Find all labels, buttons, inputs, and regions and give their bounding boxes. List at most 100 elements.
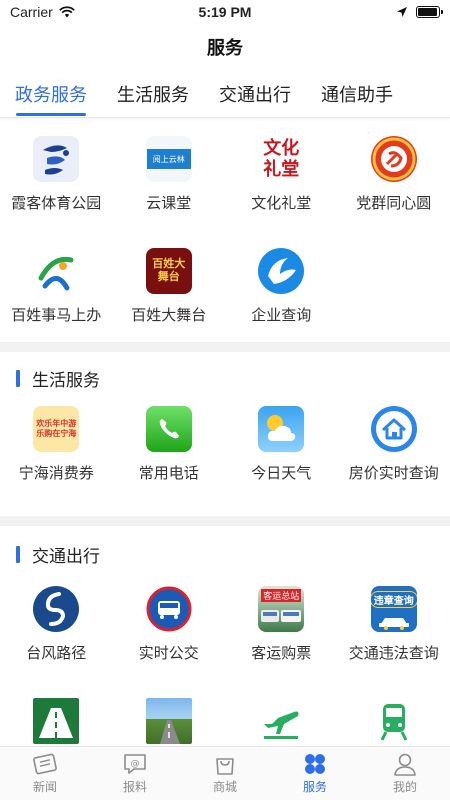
section-accent-bar bbox=[16, 369, 20, 387]
service-people-stage[interactable]: 百姓大舞台 百姓大舞台 bbox=[113, 230, 226, 342]
service-icon bbox=[305, 754, 325, 774]
service-label: 常用电话 bbox=[138, 465, 199, 482]
highway-icon bbox=[33, 698, 80, 744]
tab-news[interactable]: 新闻 bbox=[0, 747, 90, 800]
quick-service-logo-icon bbox=[33, 248, 80, 294]
status-right bbox=[396, 6, 443, 18]
service-label: 霞客体育公园 bbox=[11, 195, 102, 212]
service-label: 党群同心圆 bbox=[356, 195, 432, 212]
service-label: 交通违法查询 bbox=[348, 645, 439, 662]
tab-service[interactable]: 服务 bbox=[270, 747, 360, 800]
coach-ticket-icon-text: 客运总站 bbox=[261, 589, 302, 602]
svg-text:@: @ bbox=[131, 759, 140, 769]
bottom-tab-bar: 新闻 @ 报料 商城 服务 我的 bbox=[0, 746, 450, 800]
section-divider bbox=[0, 516, 450, 526]
service-typhoon-path[interactable]: 台风路径 bbox=[0, 582, 113, 694]
section-title: 交通出行 bbox=[32, 546, 100, 566]
service-weather[interactable]: 今日天气 bbox=[225, 404, 338, 516]
house-price-icon bbox=[370, 406, 417, 452]
page-title: 服务 bbox=[207, 38, 243, 58]
weather-icon bbox=[258, 406, 305, 452]
coach-ticket-icon: 客运总站 bbox=[258, 586, 305, 632]
service-house-price[interactable]: 房价实时查询 bbox=[338, 404, 450, 516]
tab-shop[interactable]: 商城 bbox=[180, 747, 270, 800]
status-bar: Carrier 5:19 PM bbox=[0, 0, 450, 24]
service-label: 台风路径 bbox=[26, 645, 87, 662]
service-label: 百姓大舞台 bbox=[131, 307, 207, 324]
service-train[interactable] bbox=[338, 694, 450, 746]
service-quick-service[interactable]: 百姓事马上办 bbox=[0, 230, 113, 342]
people-stage-logo-icon: 百姓大舞台 bbox=[145, 248, 192, 294]
tab-label: 服务 bbox=[302, 780, 327, 794]
tab-label: 我的 bbox=[392, 780, 417, 794]
traffic-violation-icon: 违章查询 bbox=[370, 586, 417, 632]
cloud-classroom-logo-icon: 阅上云林 bbox=[145, 136, 192, 182]
service-culture-hall[interactable]: 文化礼堂 文化礼堂 bbox=[225, 118, 338, 230]
tab-life-services[interactable]: 生活服务 bbox=[102, 70, 204, 118]
category-tabs: 政务服务 生活服务 交通出行 通信助手 bbox=[0, 70, 450, 118]
service-label: 房价实时查询 bbox=[348, 465, 439, 482]
coupon-icon: 欢乐年中游 乐购在宁海 bbox=[33, 406, 80, 452]
tab-traffic[interactable]: 交通出行 bbox=[204, 70, 306, 118]
wifi-icon bbox=[58, 6, 75, 18]
empty-cell bbox=[338, 230, 450, 342]
life-section-header: 生活服务 bbox=[0, 352, 450, 404]
tab-telecom-assistant[interactable]: 通信助手 bbox=[306, 70, 408, 118]
profile-icon bbox=[394, 753, 416, 776]
service-enterprise-search[interactable]: 企业查询 bbox=[225, 230, 338, 342]
section-accent-bar bbox=[16, 545, 20, 563]
bus-icon bbox=[145, 586, 192, 632]
service-traffic-violation[interactable]: 违章查询 交通违法查询 bbox=[338, 582, 450, 694]
traffic-section-header: 交通出行 bbox=[0, 526, 450, 582]
coupon-icon-text: 欢乐年中游 乐购在宁海 bbox=[36, 419, 77, 438]
service-label: 今日天气 bbox=[251, 465, 312, 482]
navigation-bar: 服务 bbox=[0, 24, 450, 70]
service-cloud-classroom[interactable]: 阅上云林 云课堂 bbox=[113, 118, 226, 230]
battery-icon bbox=[416, 6, 443, 18]
service-coach-ticket[interactable]: 客运总站 客运购票 bbox=[225, 582, 338, 694]
tab-report[interactable]: @ 报料 bbox=[90, 747, 180, 800]
tab-gov-services[interactable]: 政务服务 bbox=[0, 70, 102, 118]
shop-icon bbox=[216, 758, 234, 775]
service-common-phone[interactable]: 常用电话 bbox=[113, 404, 226, 516]
tab-label: 报料 bbox=[122, 780, 147, 794]
enterprise-search-logo-icon bbox=[258, 248, 305, 294]
service-road-photo[interactable] bbox=[113, 694, 226, 746]
gov-services-grid: 霞客体育公园 阅上云林 云课堂 文化礼堂 文化礼堂 党群同心圆 百姓事马上办 百… bbox=[0, 118, 450, 342]
people-stage-logo-text: 百姓大舞台 bbox=[152, 258, 186, 283]
road-photo-icon bbox=[145, 698, 192, 744]
phone-icon bbox=[145, 406, 192, 452]
service-content[interactable]: 霞客体育公园 阅上云林 云课堂 文化礼堂 文化礼堂 党群同心圆 百姓事马上办 百… bbox=[0, 118, 450, 746]
party-circle-logo-icon bbox=[370, 136, 417, 182]
service-label: 企业查询 bbox=[251, 307, 312, 324]
tab-label: 新闻 bbox=[32, 780, 57, 794]
sports-park-logo-icon bbox=[33, 136, 80, 182]
report-icon: @ bbox=[124, 754, 146, 774]
news-icon bbox=[33, 753, 57, 775]
service-party-circle[interactable]: 党群同心圆 bbox=[338, 118, 450, 230]
airplane-icon bbox=[258, 698, 305, 744]
service-consumer-coupon[interactable]: 欢乐年中游 乐购在宁海 宁海消费券 bbox=[0, 404, 113, 516]
service-label: 实时公交 bbox=[138, 645, 199, 662]
tab-label: 商城 bbox=[212, 780, 237, 794]
service-realtime-bus[interactable]: 实时公交 bbox=[113, 582, 226, 694]
service-flight[interactable] bbox=[225, 694, 338, 746]
traffic-violation-icon-text: 违章查询 bbox=[370, 591, 417, 608]
service-label: 文化礼堂 bbox=[251, 195, 312, 212]
carrier-label: Carrier bbox=[10, 4, 53, 20]
service-label: 云课堂 bbox=[146, 195, 192, 212]
life-services-grid: 欢乐年中游 乐购在宁海 宁海消费券 常用电话 今日天气 房价实时查询 bbox=[0, 404, 450, 516]
culture-hall-logo-icon: 文化礼堂 bbox=[258, 136, 305, 182]
status-left: Carrier bbox=[10, 4, 75, 20]
service-highway[interactable] bbox=[0, 694, 113, 746]
section-divider bbox=[0, 342, 450, 352]
train-icon bbox=[370, 698, 417, 744]
battery-level bbox=[418, 8, 437, 16]
section-title: 生活服务 bbox=[32, 370, 100, 390]
cloud-classroom-logo-text: 阅上云林 bbox=[152, 154, 185, 164]
service-sports-park[interactable]: 霞客体育公园 bbox=[0, 118, 113, 230]
traffic-services-grid: 台风路径 实时公交 客运总站 客运购票 违章查询 交通违法查询 bbox=[0, 582, 450, 746]
service-label: 百姓事马上办 bbox=[11, 307, 102, 324]
tab-profile[interactable]: 我的 bbox=[360, 747, 450, 800]
service-label: 客运购票 bbox=[251, 645, 312, 662]
